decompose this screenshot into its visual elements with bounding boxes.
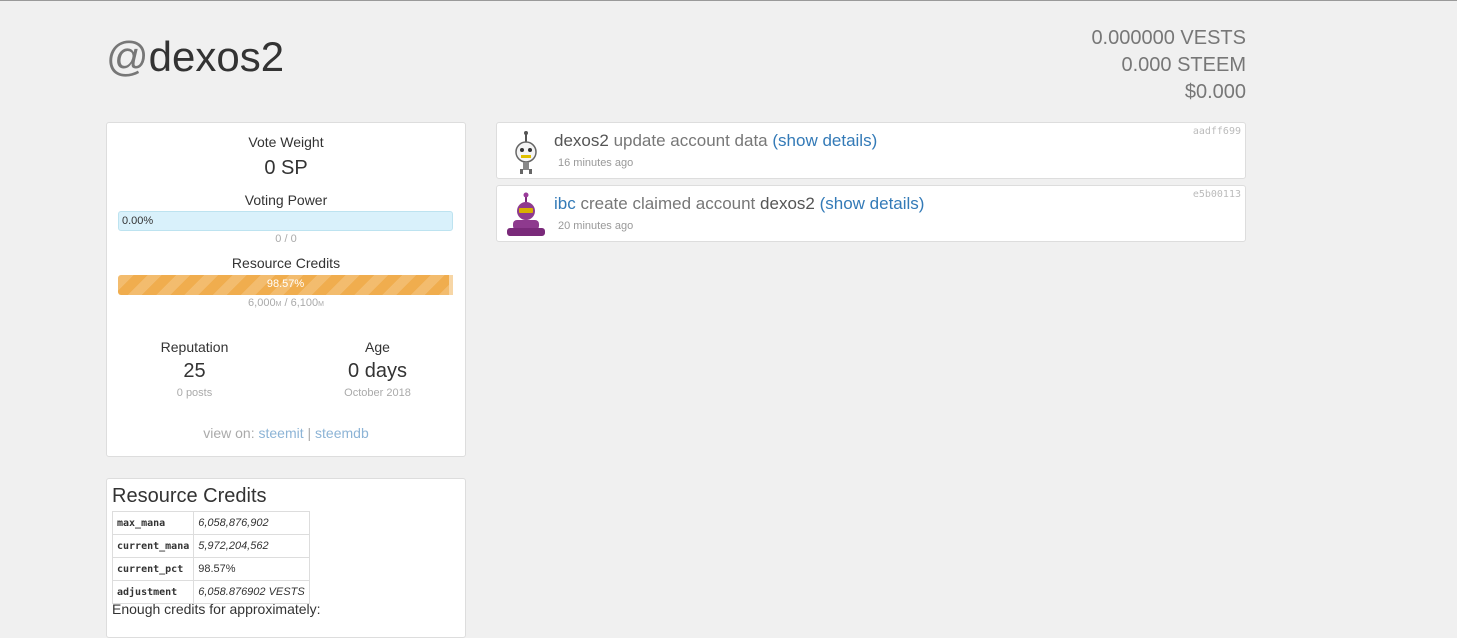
resource-credits-panel: Resource Credits max_mana 6,058,876,902 c… [106,478,466,638]
enough-credits-text: Enough credits for approximately: [112,601,321,617]
robot-avatar-icon [503,129,549,175]
operation-item: dexos2 update account data (show details… [496,122,1246,179]
vote-weight-label: Vote Weight [248,134,324,150]
transaction-hash[interactable]: e5b00113 [1193,189,1241,200]
table-row: max_mana 6,058,876,902 [111,511,310,535]
account-name: dexos2 [148,33,285,80]
operation-description: ibc create claimed account dexos2 (show … [554,194,924,214]
voting-power-sub: 0 / 0 [275,233,297,245]
post-count: 0 posts [176,387,213,399]
operation-action: update account data [613,131,768,150]
top-border [0,0,1457,1]
resource-credits-label: Resource Credits [231,255,341,271]
actor-account[interactable]: dexos2 [554,131,609,150]
age-block: Age 0 days October 2018 [300,339,455,399]
resource-credits-title: Resource Credits [112,485,267,507]
at-symbol: @ [106,33,149,80]
steemit-link[interactable]: steemit [259,425,304,441]
view-on-label: view on: [203,425,255,441]
link-separator: | [307,425,312,441]
target-account[interactable]: dexos2 [760,194,815,213]
voting-power-label: Voting Power [244,192,328,208]
show-details-link[interactable]: (show details) [772,131,877,150]
voting-power-pct: 0.00% [122,215,154,227]
reputation-block: Reputation 25 0 posts [117,339,272,399]
operation-item: ibc create claimed account dexos2 (show … [496,185,1246,242]
vote-weight-value: 0 SP [264,157,308,179]
resource-credits-sub: 6,000M / 6,100M [248,297,324,309]
resource-credits-bar: 98.57% [118,275,453,295]
view-on: view on: steemit | steemdb [107,425,465,441]
steemdb-link[interactable]: steemdb [315,425,369,441]
voting-power-bar: 0.00% [118,211,453,231]
age-value: 0 days [348,360,407,382]
resource-credits-table: max_mana 6,058,876,902 current_mana 5,972,… [111,511,310,604]
operation-time: 20 minutes ago [558,220,634,232]
balances: 0.000000 VESTS 0.000 STEEM $0.000 [1091,25,1246,106]
transaction-hash[interactable]: aadff699 [1193,126,1241,137]
account-title: @dexos2 [106,32,284,82]
steem-balance: 0.000 STEEM [1121,54,1246,76]
table-row: current_pct 98.57% [111,557,310,581]
resource-credits-pct: 98.57% [266,278,305,290]
operation-time: 16 minutes ago [558,157,634,169]
table-row: current_mana 5,972,204,562 [111,534,310,558]
vests-balance: 0.000000 VESTS [1091,27,1246,49]
actor-account[interactable]: ibc [554,194,576,213]
operation-action: create claimed account [580,194,756,213]
show-details-link[interactable]: (show details) [820,194,925,213]
usd-balance: $0.000 [1184,81,1246,103]
robot-avatar-icon [503,192,549,238]
operation-description: dexos2 update account data (show details… [554,131,877,151]
reputation-value: 25 [183,360,206,382]
account-stats-card: Vote Weight 0 SP Voting Power 0.00% 0 / … [106,122,466,457]
account-created: October 2018 [344,387,411,399]
age-label: Age [365,339,390,355]
reputation-label: Reputation [160,339,229,355]
resource-credits-bar-remaining [449,275,453,295]
